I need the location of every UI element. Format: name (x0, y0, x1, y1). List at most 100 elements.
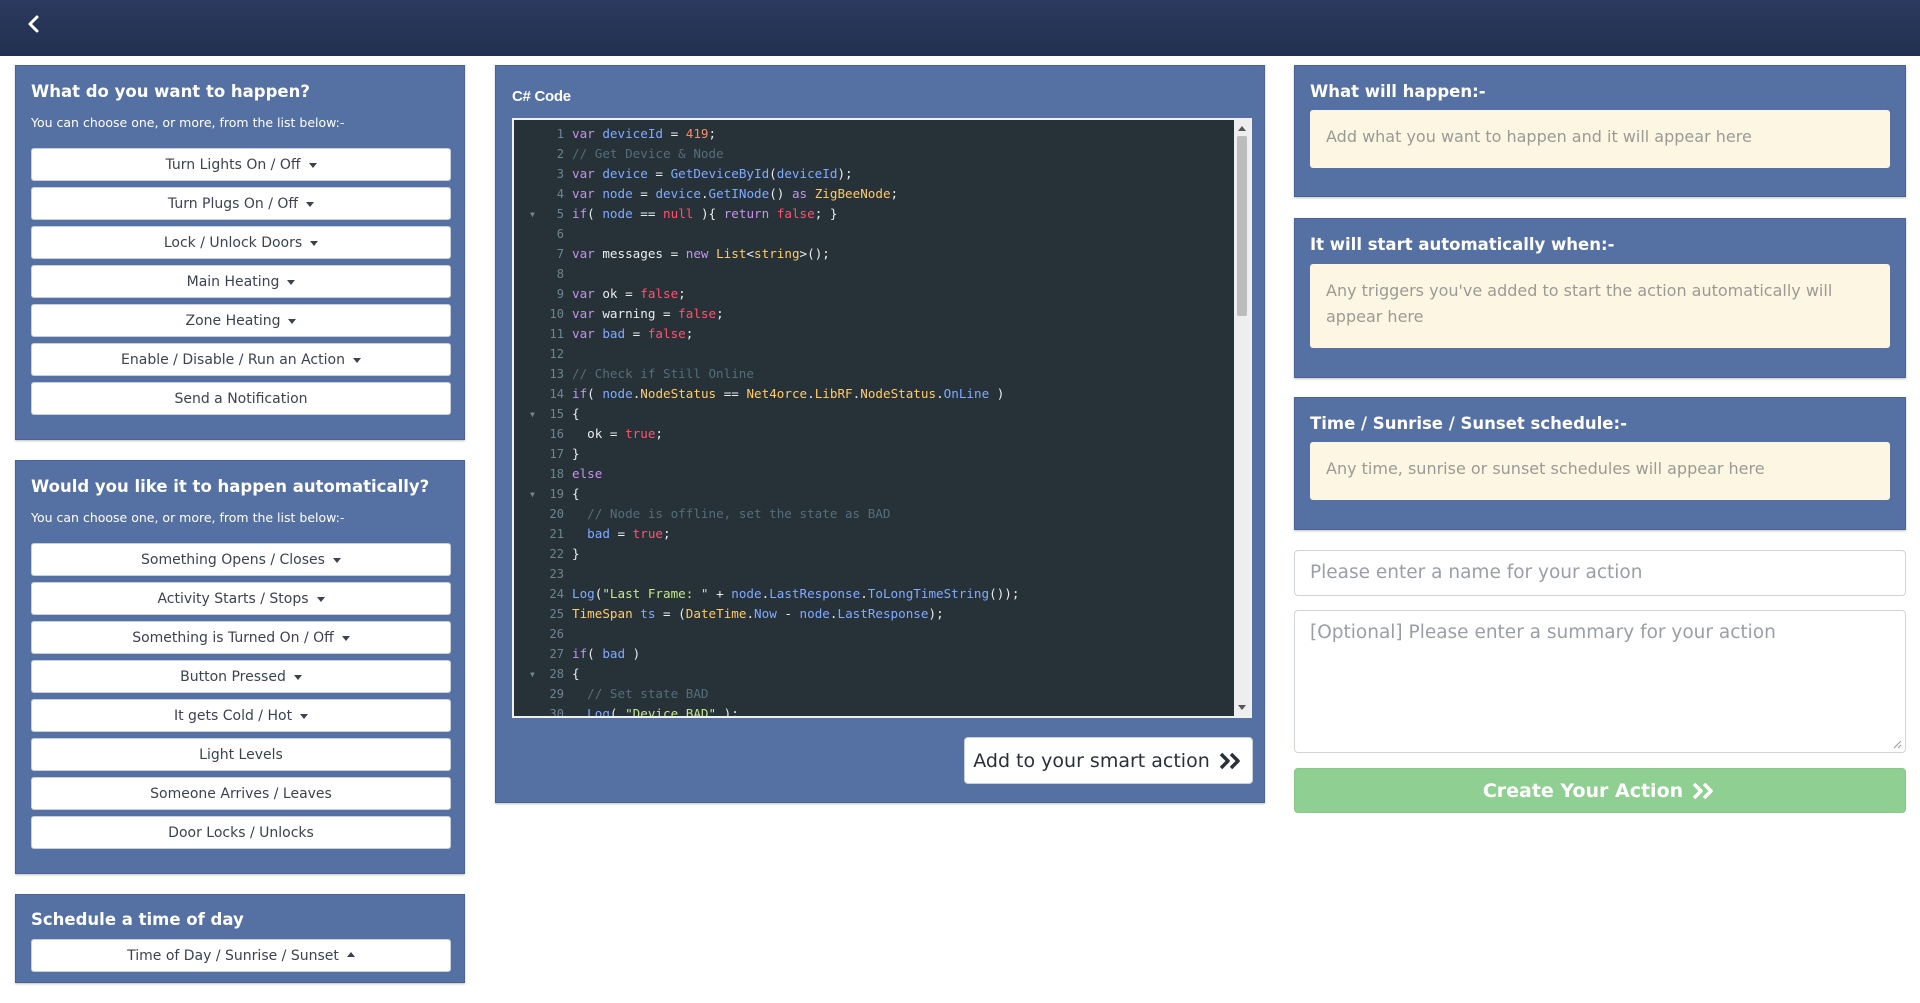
happen-option-button[interactable]: Send a Notification (31, 382, 451, 415)
happen-option-button[interactable]: Main Heating (31, 265, 451, 298)
code-text: TimeSpan ts = (DateTime.Now - node.LastR… (572, 606, 944, 621)
auto-option-label: Activity Starts / Stops (157, 590, 309, 607)
happen-option-button[interactable]: Zone Heating (31, 304, 451, 337)
happen-option-button[interactable]: Enable / Disable / Run an Action (31, 343, 451, 376)
code-line: 24 Log("Last Frame: " + node.LastResponse… (514, 584, 1236, 604)
happen-option-label: Lock / Unlock Doors (163, 234, 303, 251)
auto-option-button[interactable]: Something is Turned On / Off (31, 621, 451, 654)
line-number: 26 (549, 627, 564, 641)
line-number: 22 (549, 547, 564, 561)
code-panel: C# Code 1 var deviceId = 419; 2 // Get Devi… (495, 65, 1265, 803)
scroll-down-icon[interactable] (1238, 705, 1246, 710)
caret-down-icon (300, 714, 309, 719)
scroll-thumb[interactable] (1237, 136, 1247, 316)
schedule-panel: Schedule a time of day Time of Day / Sun… (15, 894, 465, 983)
fold-arrow-icon[interactable]: ▼ (530, 405, 535, 425)
schedule-title: Schedule a time of day (31, 910, 244, 929)
auto-option-button[interactable]: Button Pressed (31, 660, 451, 693)
code-text: Log("Last Frame: " + node.LastResponse.T… (572, 586, 1020, 601)
code-line: 20 // Node is offline, set the state as … (514, 504, 1236, 524)
time-title: Time / Sunrise / Sunset schedule:- (1310, 414, 1627, 433)
caret-down-icon (287, 280, 296, 285)
auto-option-button[interactable]: Light Levels (31, 738, 451, 771)
code-text: var device = GetDeviceById(deviceId); (572, 166, 853, 181)
resize-grip-icon[interactable] (1892, 739, 1902, 749)
create-action-button[interactable]: Create Your Action (1294, 768, 1906, 813)
code-text: if( node == null ){ return false; } (572, 206, 838, 221)
line-number: 12 (549, 347, 564, 361)
auto-option-button[interactable]: Something Opens / Closes (31, 543, 451, 576)
line-number: 19 (549, 487, 564, 501)
line-number: 23 (549, 567, 564, 581)
add-to-action-label: Add to your smart action (973, 749, 1210, 772)
auto-option-label: It gets Cold / Hot (173, 707, 293, 724)
fold-arrow-icon[interactable]: ▼ (530, 205, 535, 225)
auto-title: Would you like it to happen automaticall… (31, 477, 430, 496)
code-text: { (572, 486, 580, 501)
code-line: 3 var device = GetDeviceById(deviceId); (514, 164, 1236, 184)
scroll-up-icon[interactable] (1238, 126, 1246, 131)
code-text: else (572, 466, 603, 481)
action-summary-textarea[interactable]: [Optional] Please enter a summary for yo… (1294, 610, 1906, 753)
code-line: 16 ok = true; (514, 424, 1236, 444)
caret-down-icon (332, 558, 341, 563)
summary-placeholder: [Optional] Please enter a summary for yo… (1310, 622, 1776, 643)
code-line: 8 (514, 264, 1236, 284)
line-number: 30 (549, 707, 564, 718)
code-text: var node = device.GetINode() as ZigBeeNo… (572, 186, 899, 201)
line-number: 14 (549, 387, 564, 401)
code-line: 7 var messages = new List<string>(); (514, 244, 1236, 264)
fold-arrow-icon[interactable]: ▼ (530, 485, 535, 505)
happen-subtitle: You can choose one, or more, from the li… (31, 115, 345, 130)
what-panel: What will happen:- Add what you want to … (1294, 65, 1906, 197)
code-text: Log( "Device BAD" ); (587, 706, 739, 718)
code-line: 1 var deviceId = 419; (514, 124, 1236, 144)
line-number: 7 (556, 247, 564, 261)
auto-subtitle: You can choose one, or more, from the li… (31, 510, 345, 525)
action-name-input[interactable]: Please enter a name for your action (1294, 550, 1906, 596)
code-line: 11 var bad = false; (514, 324, 1236, 344)
editor-scrollbar[interactable] (1234, 120, 1250, 716)
happen-option-label: Send a Notification (174, 390, 308, 407)
auto-option-label: Something Opens / Closes (141, 551, 325, 568)
time-placeholder: Any time, sunrise or sunset schedules wi… (1310, 442, 1890, 500)
line-number: 21 (549, 527, 564, 541)
happen-option-button[interactable]: Turn Lights On / Off (31, 148, 451, 181)
code-editor[interactable]: 1 var deviceId = 419; 2 // Get Device & Nod… (512, 118, 1252, 718)
auto-option-button[interactable]: It gets Cold / Hot (31, 699, 451, 732)
caret-down-icon (316, 597, 325, 602)
line-number: 29 (549, 687, 564, 701)
chevron-left-icon[interactable] (24, 14, 44, 34)
code-line: 18 else (514, 464, 1236, 484)
add-to-action-button[interactable]: Add to your smart action (964, 737, 1253, 784)
code-text: ok = true; (572, 426, 664, 441)
double-chevron-right-icon (1692, 782, 1713, 799)
line-number: 24 (549, 587, 564, 601)
time-of-day-button[interactable]: Time of Day / Sunrise / Sunset (31, 939, 451, 972)
code-title: C# Code (512, 88, 571, 105)
auto-option-button[interactable]: Activity Starts / Stops (31, 582, 451, 615)
caret-down-icon (352, 358, 361, 363)
line-number: 11 (549, 327, 564, 341)
caret-up-icon (346, 952, 355, 957)
fold-arrow-icon[interactable]: ▼ (530, 665, 535, 685)
code-line: 21 bad = true; (514, 524, 1236, 544)
start-panel: It will start automatically when:- Any t… (1294, 218, 1906, 378)
what-title: What will happen:- (1310, 82, 1486, 101)
caret-down-icon (293, 675, 302, 680)
auto-option-button[interactable]: Door Locks / Unlocks (31, 816, 451, 849)
code-text: var bad = false; (572, 326, 694, 341)
happen-title: What do you want to happen? (31, 82, 310, 101)
start-placeholder: Any triggers you've added to start the a… (1310, 264, 1890, 348)
code-line: 17} (514, 444, 1236, 464)
line-number: 10 (549, 307, 564, 321)
happen-option-button[interactable]: Turn Plugs On / Off (31, 187, 451, 220)
auto-option-label: Door Locks / Unlocks (168, 824, 314, 841)
what-placeholder: Add what you want to happen and it will … (1310, 110, 1890, 168)
auto-option-button[interactable]: Someone Arrives / Leaves (31, 777, 451, 810)
happen-option-button[interactable]: Lock / Unlock Doors (31, 226, 451, 259)
auto-option-label: Button Pressed (180, 668, 286, 685)
code-line: 4 var node = device.GetINode() as ZigBeeN… (514, 184, 1236, 204)
line-number: 17 (549, 447, 564, 461)
code-line: 27 if( bad ) (514, 644, 1236, 664)
